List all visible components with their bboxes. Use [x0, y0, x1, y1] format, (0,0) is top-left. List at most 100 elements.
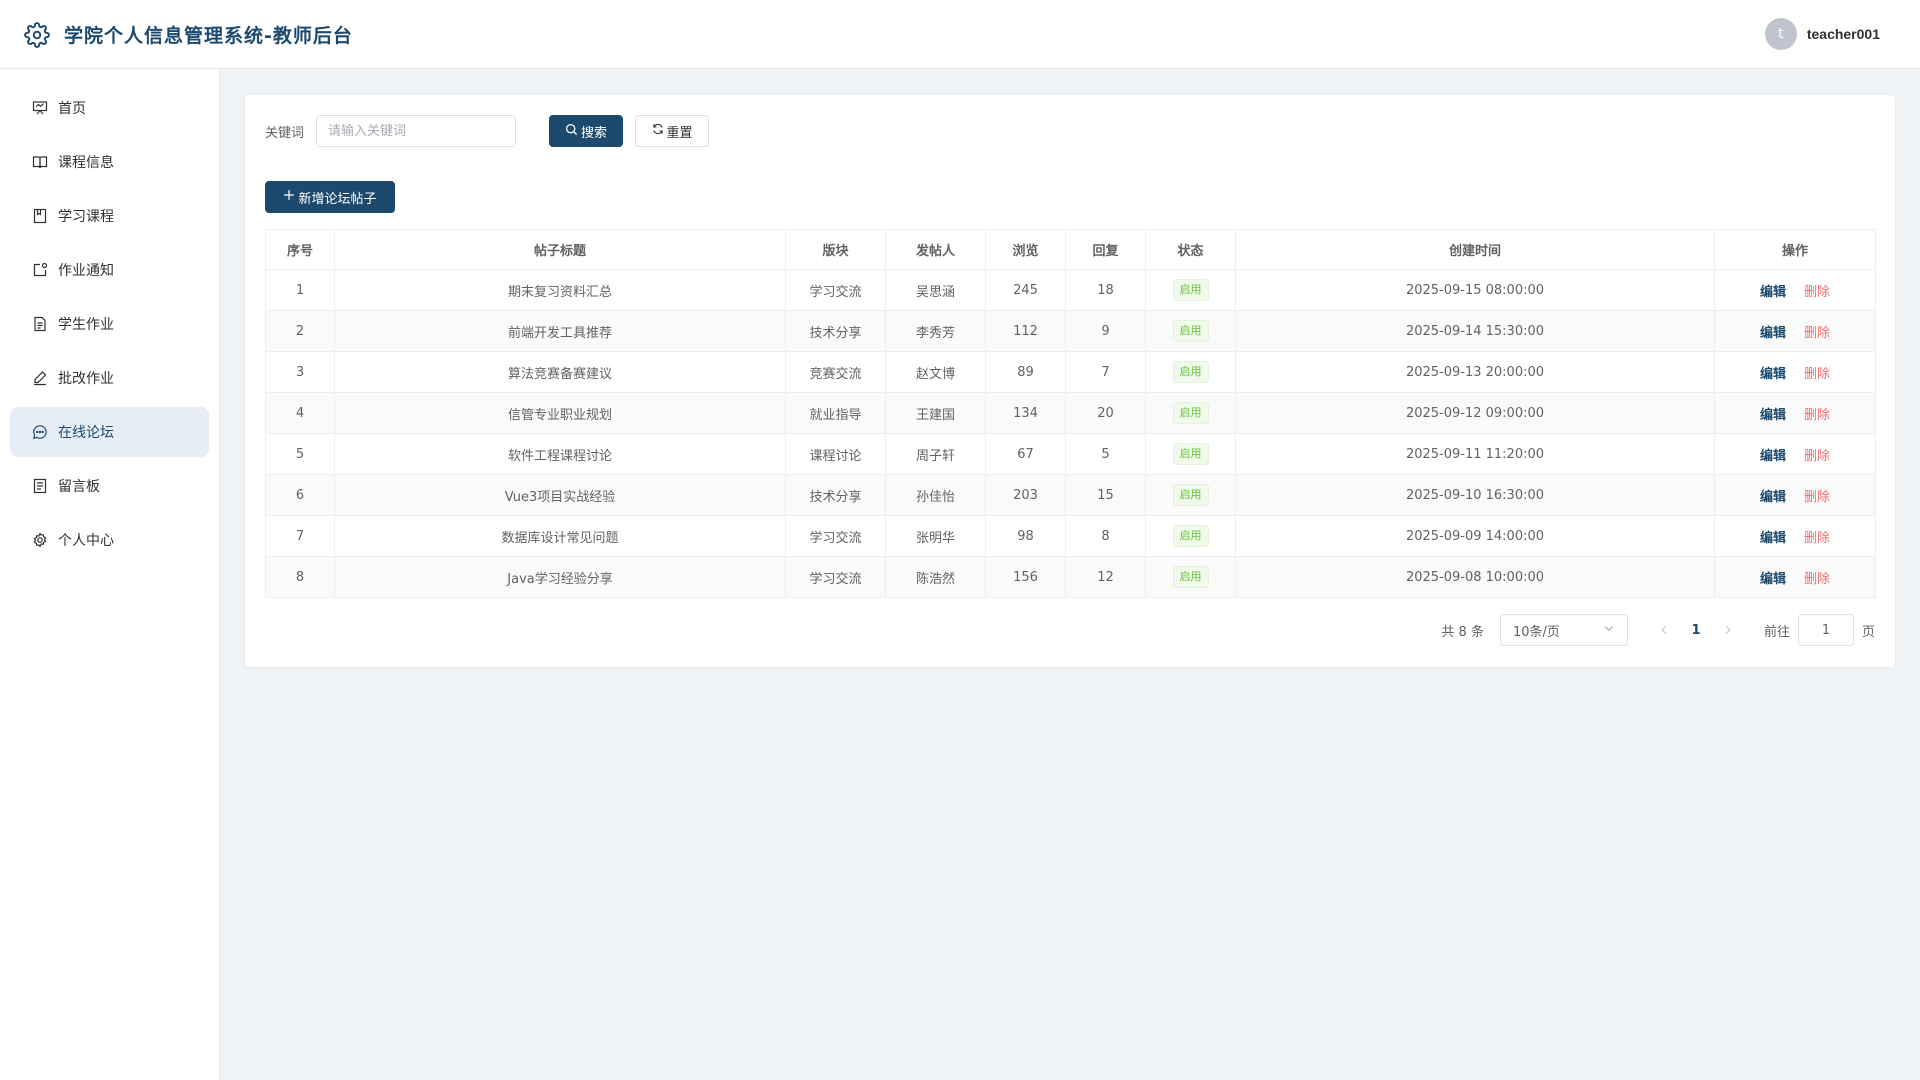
cell-replies: 8: [1065, 515, 1146, 557]
page-suffix-label: 页: [1861, 624, 1875, 640]
cell-title: 期末复习资料汇总: [334, 269, 786, 311]
delete-button[interactable]: 删除: [1804, 531, 1830, 546]
delete-button[interactable]: 删除: [1804, 326, 1830, 341]
cell-views: 67: [985, 433, 1066, 475]
sidebar-item-home[interactable]: 首页: [10, 83, 209, 133]
sidebar-item-grade-homework[interactable]: 批改作业: [10, 353, 209, 403]
goto-page-input[interactable]: [1797, 614, 1854, 646]
add-button-label: 新增论坛帖子: [298, 191, 377, 207]
delete-button[interactable]: 删除: [1804, 449, 1830, 464]
column-header-no: 序号: [265, 229, 335, 270]
status-badge: 启用: [1172, 320, 1209, 342]
cell-views: 245: [985, 269, 1066, 311]
page-number-current[interactable]: 1: [1680, 623, 1712, 638]
user-menu[interactable]: t teacher001: [1764, 18, 1880, 50]
cell-actions: 编辑 删除: [1714, 433, 1876, 475]
status-badge: 启用: [1172, 402, 1209, 424]
sidebar-item-study-course[interactable]: 学习课程: [10, 191, 209, 241]
status-badge: 启用: [1172, 525, 1209, 547]
column-header-actions: 操作: [1714, 229, 1876, 270]
edit-button[interactable]: 编辑: [1760, 490, 1786, 505]
document-icon: [32, 316, 48, 332]
cell-created: 2025-09-14 15:30:00: [1235, 310, 1715, 352]
cell-status: 启用: [1145, 392, 1236, 434]
content-card: 关键词 搜索 重置 新增论坛帖子 序号 帖子标题: [245, 95, 1895, 667]
status-badge: 启用: [1172, 566, 1209, 588]
table-row: 7 数据库设计常见问题 学习交流 张明华 98 8 启用 2025-09-09 14:00:0…: [265, 515, 1876, 557]
cell-views: 203: [985, 474, 1066, 516]
delete-button[interactable]: 删除: [1804, 285, 1830, 300]
edit-button[interactable]: 编辑: [1760, 408, 1786, 423]
cell-created: 2025-09-09 14:00:00: [1235, 515, 1715, 557]
sidebar-item-label: 课程信息: [58, 155, 114, 171]
sidebar-item-online-forum[interactable]: 在线论坛: [10, 407, 209, 457]
table-row: 6 Vue3项目实战经验 技术分享 孙佳怡 203 15 启用 2025-09-10 16:3…: [265, 474, 1876, 516]
table-body: 1 期末复习资料汇总学习交流 吴思涵 245 18 启用 2025-09-15 08:00:…: [265, 269, 1876, 598]
edit-button[interactable]: 编辑: [1760, 531, 1786, 546]
cell-no: 8: [265, 556, 335, 598]
sidebar-item-student-homework[interactable]: 学生作业: [10, 299, 209, 349]
add-forum-post-button[interactable]: 新增论坛帖子: [265, 181, 395, 213]
sidebar-item-label: 在线论坛: [58, 425, 114, 441]
app-title: 学院个人信息管理系统-教师后台: [64, 25, 353, 47]
delete-button[interactable]: 删除: [1804, 408, 1830, 423]
cell-author: 李秀芳: [885, 310, 986, 352]
page-size-select[interactable]: 10条/页: [1499, 614, 1628, 646]
cell-created: 2025-09-13 20:00:00: [1235, 351, 1715, 393]
sidebar-item-label: 作业通知: [58, 263, 114, 279]
sidebar-item-label: 学习课程: [58, 209, 114, 225]
delete-button[interactable]: 删除: [1804, 490, 1830, 505]
gear-icon: [24, 22, 50, 48]
edit-button[interactable]: 编辑: [1760, 367, 1786, 382]
cell-section: 技术分享: [785, 310, 886, 352]
cell-no: 3: [265, 351, 335, 393]
cell-no: 1: [265, 269, 335, 311]
cell-replies: 5: [1065, 433, 1146, 475]
next-page-button[interactable]: [1716, 614, 1740, 646]
edit-button[interactable]: 编辑: [1760, 572, 1786, 587]
sidebar: 首页 课程信息 学习课程 作业通知 学生作业 批改作业 在线论坛 留言板 个人中…: [0, 69, 220, 1080]
avatar[interactable]: t: [1764, 18, 1797, 50]
table-row: 8 Java学习经验分享 学习交流 陈浩然 156 12 启用 2025-09-08 10:0…: [265, 556, 1876, 598]
table-header-row: 序号 帖子标题 版块 发帖人 浏览 回复 状态 创建时间 操作: [265, 229, 1876, 270]
cell-title: 信管专业职业规划: [334, 392, 786, 434]
cell-replies: 7: [1065, 351, 1146, 393]
cell-status: 启用: [1145, 433, 1236, 475]
goto-label: 前往: [1763, 624, 1790, 640]
column-header-created: 创建时间: [1235, 229, 1715, 270]
plus-icon: [283, 189, 295, 205]
edit-button[interactable]: 编辑: [1760, 326, 1786, 341]
sidebar-item-message-board[interactable]: 留言板: [10, 461, 209, 511]
cell-actions: 编辑 删除: [1714, 474, 1876, 516]
prev-page-button[interactable]: [1652, 614, 1676, 646]
page-size-value: 10条/页: [1512, 624, 1560, 640]
column-header-section: 版块: [785, 229, 886, 270]
keyword-input[interactable]: [316, 115, 517, 147]
tickets-icon: [32, 478, 48, 494]
forum-posts-table: 序号 帖子标题 版块 发帖人 浏览 回复 状态 创建时间 操作 1 期末复习资料汇…: [265, 229, 1876, 598]
cell-created: 2025-09-15 08:00:00: [1235, 269, 1715, 311]
reset-button[interactable]: 重置: [635, 115, 710, 147]
delete-button[interactable]: 删除: [1804, 367, 1830, 382]
cell-section: 学习交流: [785, 556, 886, 598]
sidebar-item-course-info[interactable]: 课程信息: [10, 137, 209, 187]
delete-button[interactable]: 删除: [1804, 572, 1830, 587]
cell-replies: 12: [1065, 556, 1146, 598]
cell-no: 6: [265, 474, 335, 516]
username[interactable]: teacher001: [1807, 26, 1880, 42]
search-button[interactable]: 搜索: [549, 115, 624, 147]
settings-icon: [32, 532, 48, 548]
edit-button[interactable]: 编辑: [1760, 285, 1786, 300]
cell-replies: 15: [1065, 474, 1146, 516]
status-badge: 启用: [1172, 279, 1209, 301]
cell-views: 156: [985, 556, 1066, 598]
sidebar-item-personal-center[interactable]: 个人中心: [10, 515, 209, 565]
pagination-total: 共 8 条: [1441, 624, 1484, 640]
table-row: 3 算法竞赛备赛建议 竞赛交流 赵文博 89 7 启用 2025-09-13 20:00:00…: [265, 351, 1876, 393]
status-badge: 启用: [1172, 443, 1209, 465]
edit-button[interactable]: 编辑: [1760, 449, 1786, 464]
sidebar-item-homework-notice[interactable]: 作业通知: [10, 245, 209, 295]
cell-author: 吴思涵: [885, 269, 986, 311]
cell-replies: 18: [1065, 269, 1146, 311]
cell-views: 112: [985, 310, 1066, 352]
